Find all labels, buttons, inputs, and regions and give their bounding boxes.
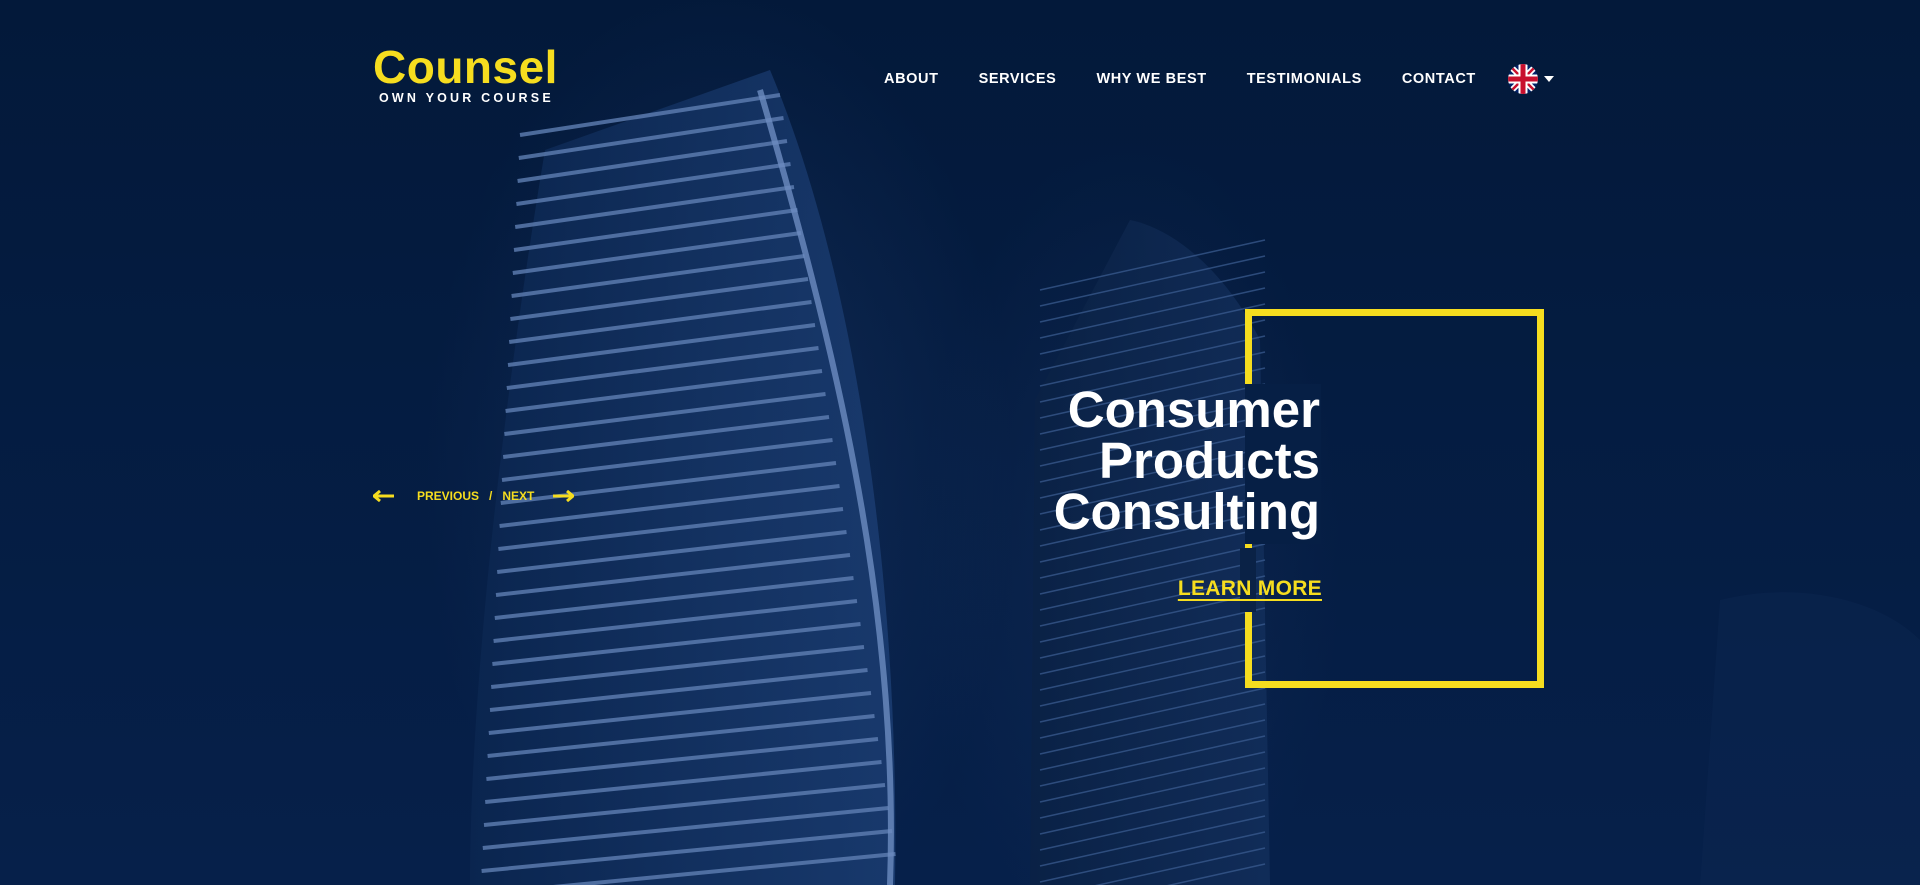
previous-slide-link[interactable]: PREVIOUS [417, 489, 479, 503]
learn-more-button[interactable]: LEARN MORE [1170, 577, 1322, 601]
headline-line: Products [1098, 432, 1320, 489]
next-slide-link[interactable]: NEXT [502, 489, 534, 503]
brand-tagline: OWN YOUR COURSE [379, 91, 554, 105]
uk-flag-icon [1507, 64, 1538, 94]
slider-separator: / [489, 489, 493, 503]
brand-name: Counsel [373, 41, 558, 93]
headline-line: Consulting [1053, 483, 1320, 540]
nav-link-why-we-best[interactable]: WHY WE BEST [1096, 69, 1206, 89]
main-navigation: ABOUT SERVICES WHY WE BEST TESTIMONIALS … [884, 64, 1554, 94]
slider-navigation: PREVIOUS / NEXT [373, 489, 575, 503]
nav-link-testimonials[interactable]: TESTIMONIALS [1247, 69, 1362, 89]
chevron-down-icon [1543, 76, 1554, 82]
nav-link-about[interactable]: ABOUT [884, 69, 939, 89]
nav-link-services[interactable]: SERVICES [979, 69, 1057, 89]
headline-line: Consumer [1067, 381, 1320, 438]
brand-logo[interactable]: Counsel OWN YOUR COURSE [373, 44, 558, 105]
nav-link-contact[interactable]: CONTACT [1402, 69, 1476, 89]
arrow-left-icon[interactable] [373, 490, 395, 502]
hero-headline: Consumer Products Consulting [960, 384, 1320, 537]
arrow-right-icon[interactable] [552, 490, 575, 502]
language-selector[interactable] [1507, 64, 1554, 94]
